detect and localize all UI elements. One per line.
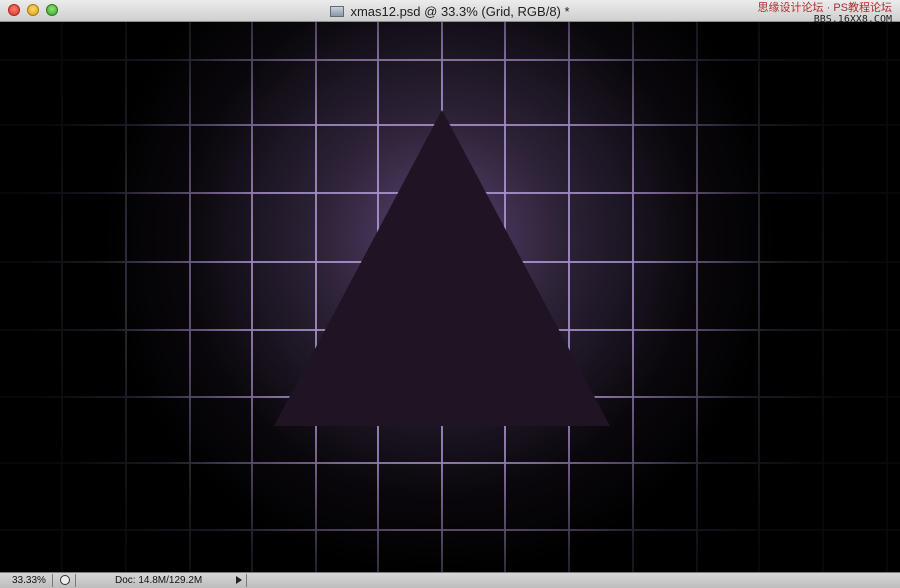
document-icon bbox=[330, 5, 345, 17]
document-canvas[interactable] bbox=[0, 22, 900, 572]
status-divider bbox=[75, 574, 76, 587]
watermark-text: 思缘设计论坛 · PS教程论坛 bbox=[757, 2, 892, 14]
window-title: xmas12.psd @ 33.3% (Grid, RGB/8) * bbox=[350, 3, 570, 19]
title-bar: xmas12.psd @ 33.3% (Grid, RGB/8) * 思缘设计论… bbox=[0, 0, 900, 25]
status-divider bbox=[246, 574, 247, 587]
document-size: Doc: 14.8M/129.2M bbox=[115, 575, 203, 586]
status-bar: 33.33% Doc: 14.8M/129.2M bbox=[0, 572, 900, 588]
zoom-level[interactable]: 33.33% bbox=[12, 575, 46, 586]
status-divider bbox=[52, 574, 53, 587]
artwork bbox=[0, 22, 900, 572]
status-menu-arrow-icon[interactable] bbox=[236, 576, 242, 584]
status-info-icon[interactable] bbox=[60, 575, 70, 585]
